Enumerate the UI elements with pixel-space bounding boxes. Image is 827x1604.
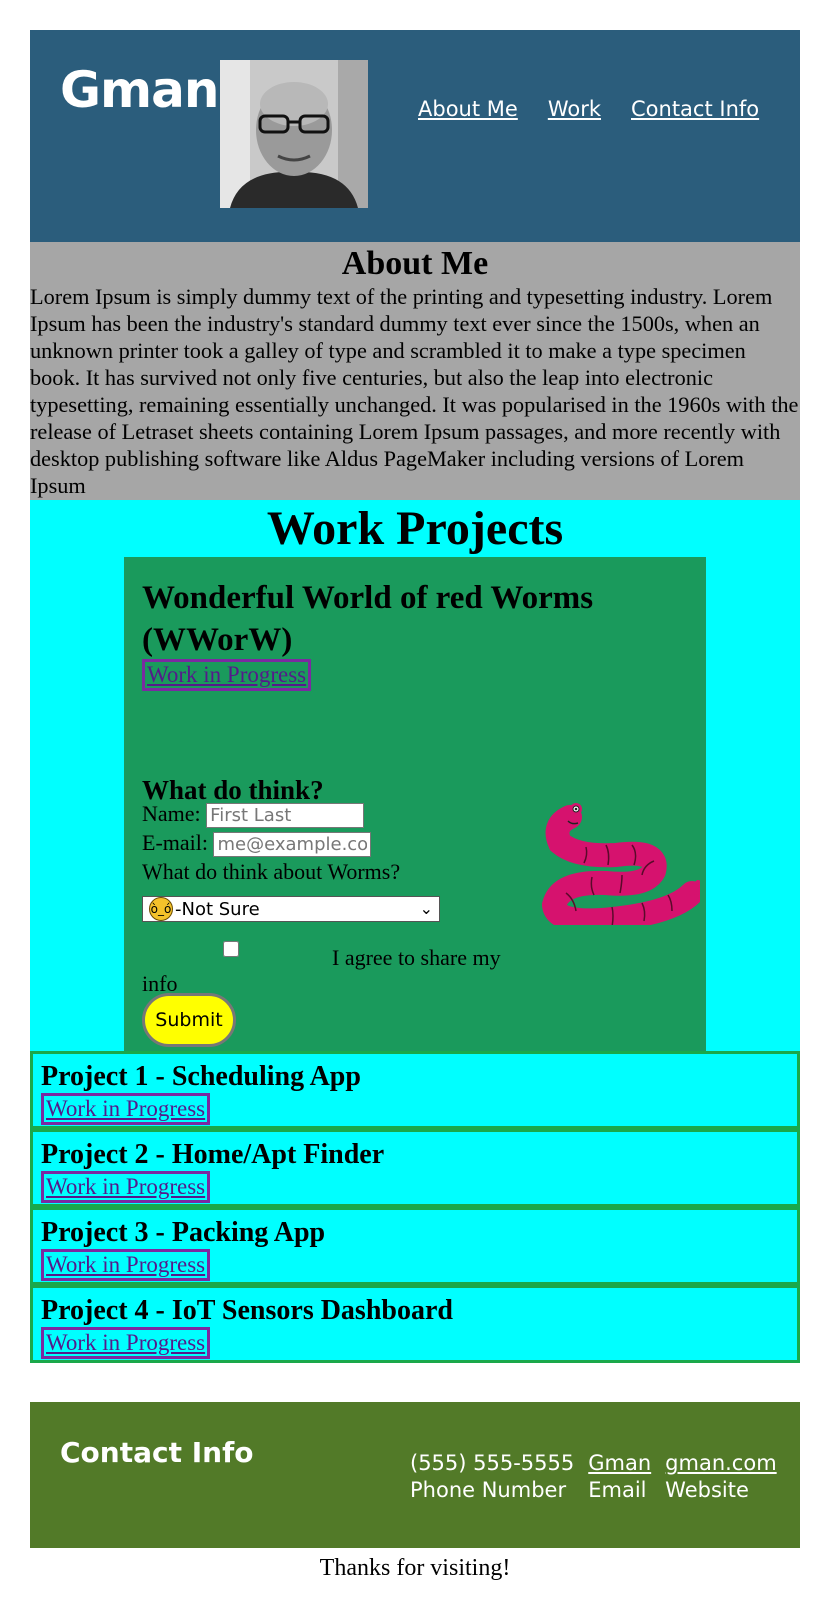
name-field[interactable] xyxy=(206,803,365,829)
site-header: Gman About Me Work Contact Info xyxy=(30,30,800,242)
project-card-4: Project 4 - IoT Sensors Dashboard Work i… xyxy=(30,1285,800,1363)
featured-project-title: Wonderful World of red Worms (WWorW) xyxy=(142,580,594,658)
nav-link-work[interactable]: Work xyxy=(548,97,601,121)
website-column: gman.com Website xyxy=(665,1450,777,1504)
submit-button[interactable]: Submit xyxy=(142,993,236,1047)
email-label-footer: Email xyxy=(588,1478,647,1502)
worm-illustration xyxy=(542,803,700,925)
work-section: Work Projects Wonderful World of red Wor… xyxy=(30,500,800,1084)
work-title: Work Projects xyxy=(266,502,564,555)
featured-project-link[interactable]: Work in Progress xyxy=(142,659,312,691)
project-title: Project 4 - IoT Sensors Dashboard xyxy=(41,1295,453,1326)
profile-photo-image xyxy=(220,60,368,208)
phone-value: (555) 555-5555 xyxy=(410,1451,575,1475)
worms-opinion-selected: -Not Sure xyxy=(175,898,260,920)
contact-section: Contact Info (555) 555-5555 Phone Number… xyxy=(30,1402,800,1548)
agree-checkbox[interactable] xyxy=(223,941,239,957)
profile-photo xyxy=(220,60,368,208)
brand-name: Gman xyxy=(60,61,219,119)
about-body: Lorem Ipsum is simply dummy text of the … xyxy=(30,284,799,499)
name-row: Name: xyxy=(142,801,365,829)
featured-project-card: Wonderful World of red Worms (WWorW) Wor… xyxy=(124,557,706,1084)
email-row: E-mail: xyxy=(142,830,372,858)
contact-details: (555) 555-5555 Phone Number Gman Email g… xyxy=(410,1450,777,1504)
thinking-face-icon: ò_ó xyxy=(149,897,173,921)
phone-label: Phone Number xyxy=(410,1478,567,1502)
project-title: Project 2 - Home/Apt Finder xyxy=(41,1139,385,1170)
email-field[interactable] xyxy=(213,832,372,858)
nav-link-contact-info[interactable]: Contact Info xyxy=(631,97,759,121)
name-label: Name: xyxy=(142,801,201,826)
website-link[interactable]: gman.com xyxy=(665,1450,777,1477)
project-card-3: Project 3 - Packing App Work in Progress xyxy=(30,1207,800,1285)
main-nav: About Me Work Contact Info xyxy=(418,97,759,121)
worms-question: What do think about Worms? xyxy=(142,859,401,884)
nav-link-about-me[interactable]: About Me xyxy=(418,97,518,121)
website-label: Website xyxy=(665,1478,749,1502)
about-section: About Me Lorem Ipsum is simply dummy tex… xyxy=(30,242,800,500)
agree-label: I agree to share my xyxy=(332,945,501,970)
footer-text: Thanks for visiting! xyxy=(319,1555,511,1581)
about-title: About Me xyxy=(341,245,489,282)
email-column: Gman Email xyxy=(588,1450,651,1504)
project-title: Project 3 - Packing App xyxy=(41,1217,326,1248)
page: Gman About Me Work Contact Info About Me… xyxy=(0,0,827,1604)
email-link[interactable]: Gman xyxy=(588,1450,651,1477)
contact-title: Contact Info xyxy=(60,1436,254,1469)
project-title: Project 1 - Scheduling App xyxy=(41,1061,361,1092)
phone-column: (555) 555-5555 Phone Number xyxy=(410,1450,574,1504)
project-link[interactable]: Work in Progress xyxy=(41,1171,211,1203)
email-label: E-mail: xyxy=(142,830,208,855)
project-card-1: Project 1 - Scheduling App Work in Progr… xyxy=(30,1051,800,1129)
project-link[interactable]: Work in Progress xyxy=(41,1249,211,1281)
project-card-2: Project 2 - Home/Apt Finder Work in Prog… xyxy=(30,1129,800,1207)
worms-opinion-select[interactable]: ò_ó -Not Sure ⌄ xyxy=(142,896,440,922)
project-link[interactable]: Work in Progress xyxy=(41,1327,211,1359)
project-link[interactable]: Work in Progress xyxy=(41,1093,211,1125)
chevron-down-icon: ⌄ xyxy=(419,899,433,918)
